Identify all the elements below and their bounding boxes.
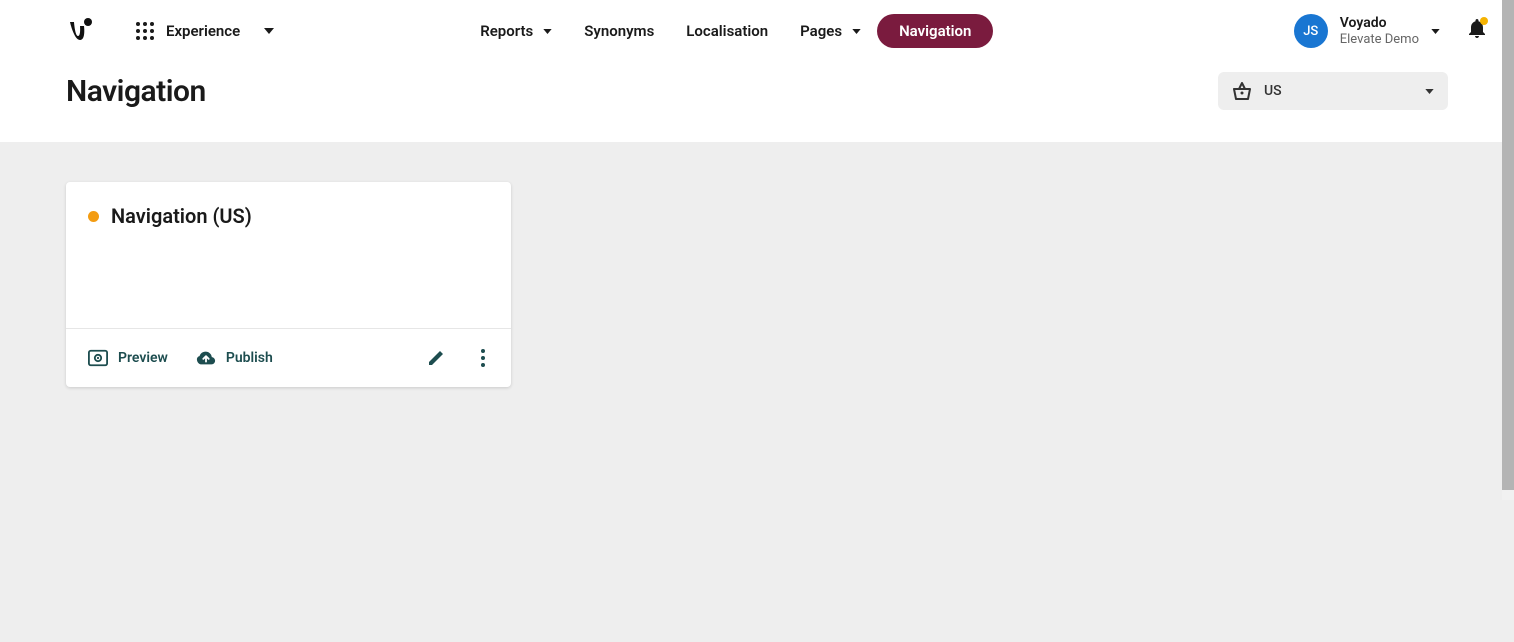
- user-subtitle: Elevate Demo: [1340, 32, 1419, 48]
- page-title: Navigation: [66, 74, 206, 109]
- app-switcher[interactable]: Experience: [136, 22, 274, 40]
- scrollbar-thumb[interactable]: [1502, 0, 1514, 490]
- subheader: Navigation US: [0, 62, 1514, 142]
- main-nav: Reports Synonyms Localisation Pages Navi…: [464, 14, 993, 48]
- nav-navigation[interactable]: Navigation: [877, 14, 993, 48]
- status-dot-icon: [88, 211, 99, 222]
- chevron-down-icon: [543, 29, 552, 34]
- scrollbar[interactable]: [1502, 0, 1514, 500]
- topbar: Experience Reports Synonyms Localisation…: [0, 0, 1514, 62]
- content-area: Navigation (US) Preview Publish: [0, 142, 1514, 642]
- preview-icon: [88, 349, 108, 367]
- user-name: Voyado: [1340, 15, 1419, 32]
- avatar-initials: JS: [1303, 24, 1318, 39]
- more-button[interactable]: [477, 345, 489, 371]
- nav-item-label: Localisation: [686, 22, 768, 40]
- topbar-right: JS Voyado Elevate Demo: [1294, 14, 1490, 48]
- chevron-down-icon: [852, 29, 861, 34]
- publish-button[interactable]: Publish: [196, 350, 273, 366]
- chevron-down-icon: [1431, 29, 1440, 34]
- logo[interactable]: [66, 16, 96, 46]
- notification-dot: [1480, 17, 1488, 25]
- nav-item-label: Navigation: [899, 22, 971, 40]
- nav-item-label: Reports: [480, 22, 533, 40]
- apps-grid-icon: [136, 22, 154, 40]
- cloud-upload-icon: [196, 350, 216, 366]
- nav-pages[interactable]: Pages: [784, 14, 877, 48]
- card-footer: Preview Publish: [66, 328, 511, 387]
- preview-button[interactable]: Preview: [88, 349, 168, 367]
- preview-label: Preview: [118, 350, 168, 366]
- nav-localisation[interactable]: Localisation: [670, 14, 784, 48]
- user-text: Voyado Elevate Demo: [1340, 15, 1419, 47]
- avatar: JS: [1294, 14, 1328, 48]
- nav-item-label: Pages: [800, 22, 842, 40]
- pencil-icon: [427, 349, 445, 367]
- chevron-down-icon: [1425, 89, 1434, 94]
- locale-picker[interactable]: US: [1218, 72, 1448, 110]
- edit-button[interactable]: [423, 345, 449, 371]
- notifications-button[interactable]: [1464, 15, 1490, 47]
- logo-icon: [66, 16, 96, 46]
- app-switcher-label: Experience: [166, 22, 240, 40]
- more-vertical-icon: [481, 349, 485, 367]
- nav-synonyms[interactable]: Synonyms: [568, 14, 670, 48]
- navigation-card[interactable]: Navigation (US) Preview Publish: [66, 182, 511, 387]
- user-menu[interactable]: JS Voyado Elevate Demo: [1294, 14, 1440, 48]
- nav-reports[interactable]: Reports: [464, 14, 568, 48]
- nav-item-label: Synonyms: [584, 22, 654, 40]
- locale-label: US: [1264, 83, 1282, 99]
- publish-label: Publish: [226, 350, 273, 366]
- card-body: Navigation (US): [66, 182, 511, 328]
- card-title: Navigation (US): [111, 204, 252, 228]
- basket-icon: [1232, 82, 1252, 100]
- chevron-down-icon: [264, 28, 274, 34]
